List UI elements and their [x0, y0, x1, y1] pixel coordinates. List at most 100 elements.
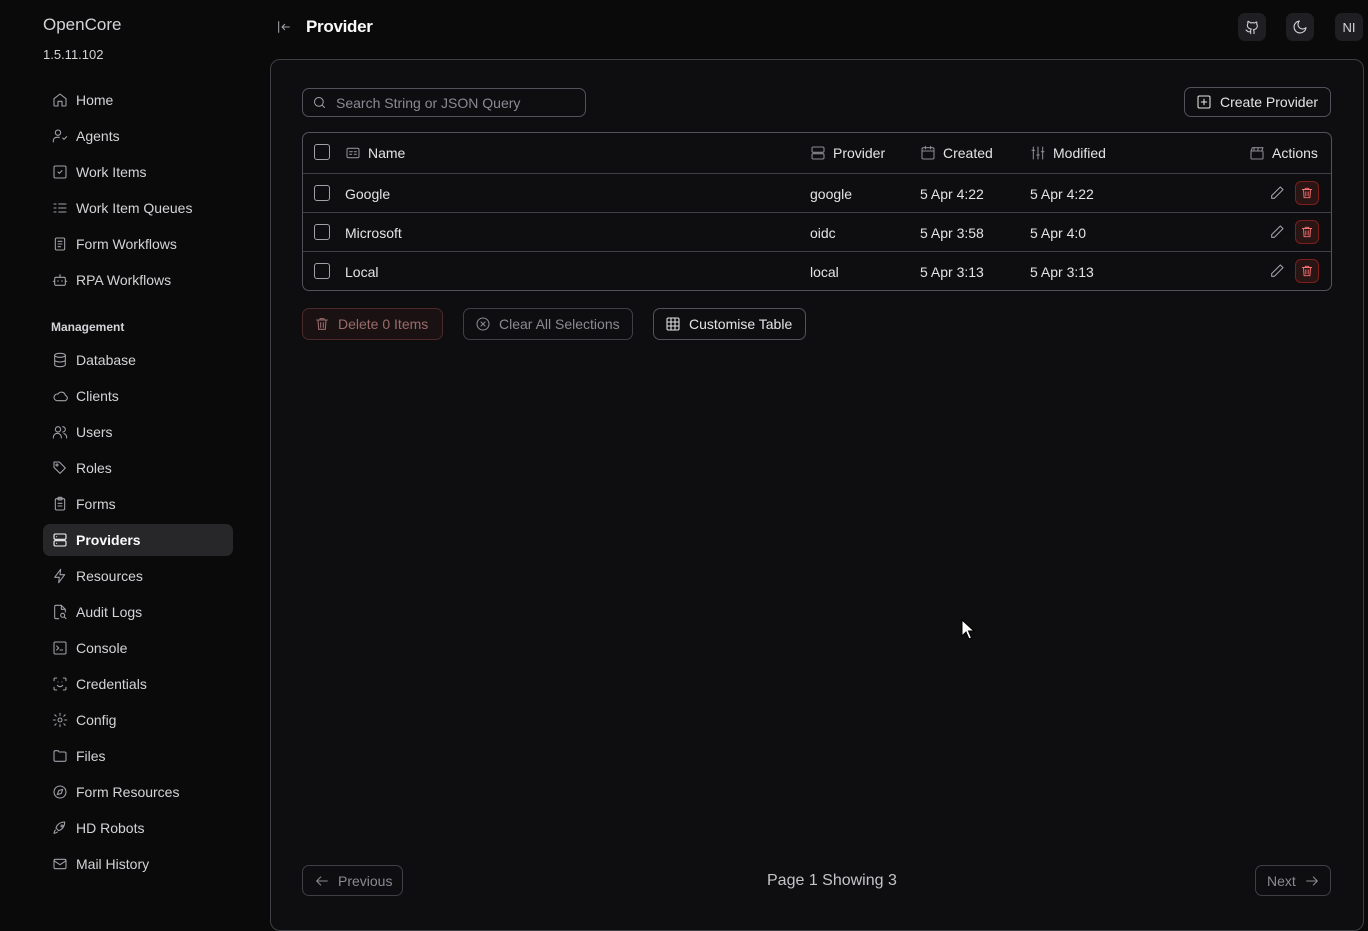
- sidebar-item-label: Users: [76, 424, 113, 440]
- cell-provider: google: [810, 186, 853, 202]
- cell-modified: 5 Apr 3:13: [1030, 264, 1094, 280]
- sidebar-item-rpa-workflows[interactable]: RPA Workflows: [43, 264, 233, 296]
- sidebar-item-label: Roles: [76, 460, 112, 476]
- pencil-icon: [1269, 224, 1285, 240]
- avatar[interactable]: NI: [1335, 13, 1363, 41]
- collapse-sidebar-icon[interactable]: [276, 19, 292, 35]
- cell-modified: 5 Apr 4:0: [1030, 225, 1087, 241]
- plus-square-icon: [1196, 94, 1212, 110]
- next-page-button[interactable]: Next: [1255, 865, 1331, 896]
- sidebar-item-label: Mail History: [76, 856, 150, 872]
- delete-button[interactable]: [1295, 181, 1319, 205]
- row-checkbox[interactable]: [314, 263, 330, 279]
- trash-icon: [1300, 186, 1314, 200]
- sidebar-item-label: Forms: [76, 496, 116, 512]
- sidebar-item-work-items[interactable]: Work Items: [43, 156, 233, 188]
- row-checkbox[interactable]: [314, 185, 330, 201]
- sidebar-item-providers[interactable]: Providers: [43, 524, 233, 556]
- search-icon: [312, 95, 327, 110]
- sidebar-item-home[interactable]: Home: [43, 84, 233, 116]
- sidebar-item-label: Clients: [76, 388, 119, 404]
- sidebar-item-label: RPA Workflows: [76, 272, 172, 288]
- sidebar-item-files[interactable]: Files: [43, 740, 233, 772]
- delete-button[interactable]: [1295, 259, 1319, 283]
- arrow-right-icon: [1304, 873, 1320, 889]
- sidebar-item-work-item-queues[interactable]: Work Item Queues: [43, 192, 233, 224]
- form-workflow-icon: [52, 236, 68, 252]
- column-header-provider[interactable]: Provider: [810, 145, 885, 161]
- sidebar-item-mail-history[interactable]: Mail History: [43, 848, 233, 880]
- customise-table-button[interactable]: Customise Table: [653, 308, 806, 340]
- sidebar-item-label: Agents: [76, 128, 120, 144]
- page-info: Page 1 Showing 3: [767, 872, 897, 889]
- work-items-icon: [52, 164, 68, 180]
- cell-provider: local: [810, 264, 839, 280]
- column-label: Created: [943, 145, 993, 161]
- server-icon: [810, 145, 826, 161]
- cell-name: Local: [345, 264, 379, 280]
- github-button[interactable]: [1238, 13, 1266, 41]
- table-row[interactable]: Microsoft oidc 5 Apr 3:58 5 Apr 4:0: [303, 212, 1331, 252]
- row-checkbox[interactable]: [314, 224, 330, 240]
- create-provider-label: Create Provider: [1220, 94, 1319, 110]
- cell-provider: oidc: [810, 225, 836, 241]
- sidebar-item-label: Database: [76, 352, 136, 368]
- sidebar-item-label: Credentials: [76, 676, 147, 692]
- id-card-icon: [345, 145, 361, 161]
- sidebar-item-forms[interactable]: Forms: [43, 488, 233, 520]
- sidebar-item-roles[interactable]: Roles: [43, 452, 233, 484]
- sidebar-item-users[interactable]: Users: [43, 416, 233, 448]
- delete-button[interactable]: [1295, 220, 1319, 244]
- sidebar-item-config[interactable]: Config: [43, 704, 233, 736]
- mouse-cursor-icon: [961, 619, 975, 640]
- home-icon: [52, 92, 68, 108]
- column-label: Name: [368, 145, 406, 161]
- table-row[interactable]: Local local 5 Apr 3:13 5 Apr 3:13: [303, 251, 1331, 291]
- theme-toggle-button[interactable]: [1286, 13, 1314, 41]
- app-brand: OpenCore: [43, 15, 122, 34]
- sidebar: OpenCore 1.5.11.102 Home Agents Work Ite…: [0, 0, 270, 918]
- table-row[interactable]: Google google 5 Apr 4:22 5 Apr 4:22: [303, 173, 1331, 213]
- compass-icon: [52, 784, 68, 800]
- sidebar-item-console[interactable]: Console: [43, 632, 233, 664]
- previous-page-button[interactable]: Previous: [302, 865, 403, 896]
- scan-face-icon: [52, 676, 68, 692]
- bolt-icon: [52, 568, 68, 584]
- select-all-checkbox[interactable]: [314, 144, 330, 160]
- column-header-name[interactable]: Name: [345, 145, 405, 161]
- mail-icon: [52, 856, 68, 872]
- column-label: Actions: [1272, 145, 1318, 161]
- agent-icon: [52, 128, 68, 144]
- delete-selected-button[interactable]: Delete 0 Items: [302, 308, 443, 340]
- providers-table: Name Provider Created Modified Actions G: [302, 132, 1332, 291]
- pencil-icon: [1269, 185, 1285, 201]
- app-version: 1.5.11.102: [43, 47, 104, 62]
- clear-selections-button[interactable]: Clear All Selections: [463, 308, 633, 340]
- robot-icon: [52, 272, 68, 288]
- sidebar-item-audit-logs[interactable]: Audit Logs: [43, 596, 233, 628]
- search-input[interactable]: [336, 94, 566, 111]
- sidebar-item-credentials[interactable]: Credentials: [43, 668, 233, 700]
- tag-icon: [52, 460, 68, 476]
- sidebar-item-resources[interactable]: Resources: [43, 560, 233, 592]
- edit-button[interactable]: [1265, 181, 1289, 205]
- sidebar-item-label: Home: [76, 92, 114, 108]
- page-title: Provider: [306, 17, 373, 36]
- cell-created: 5 Apr 3:58: [920, 225, 984, 241]
- sidebar-item-form-workflows[interactable]: Form Workflows: [43, 228, 233, 260]
- moon-icon: [1292, 19, 1308, 35]
- search-box[interactable]: [302, 88, 586, 117]
- sidebar-item-clients[interactable]: Clients: [43, 380, 233, 412]
- server-icon: [52, 532, 68, 548]
- sidebar-item-agents[interactable]: Agents: [43, 120, 233, 152]
- sidebar-item-hd-robots[interactable]: HD Robots: [43, 812, 233, 844]
- cell-created: 5 Apr 3:13: [920, 264, 984, 280]
- edit-button[interactable]: [1265, 259, 1289, 283]
- create-provider-button[interactable]: Create Provider: [1184, 87, 1331, 117]
- sidebar-item-form-resources[interactable]: Form Resources: [43, 776, 233, 808]
- column-header-created[interactable]: Created: [920, 145, 993, 161]
- edit-button[interactable]: [1265, 220, 1289, 244]
- sidebar-item-database[interactable]: Database: [43, 344, 233, 376]
- column-header-modified[interactable]: Modified: [1030, 145, 1106, 161]
- sidebar-item-label: Audit Logs: [76, 604, 143, 620]
